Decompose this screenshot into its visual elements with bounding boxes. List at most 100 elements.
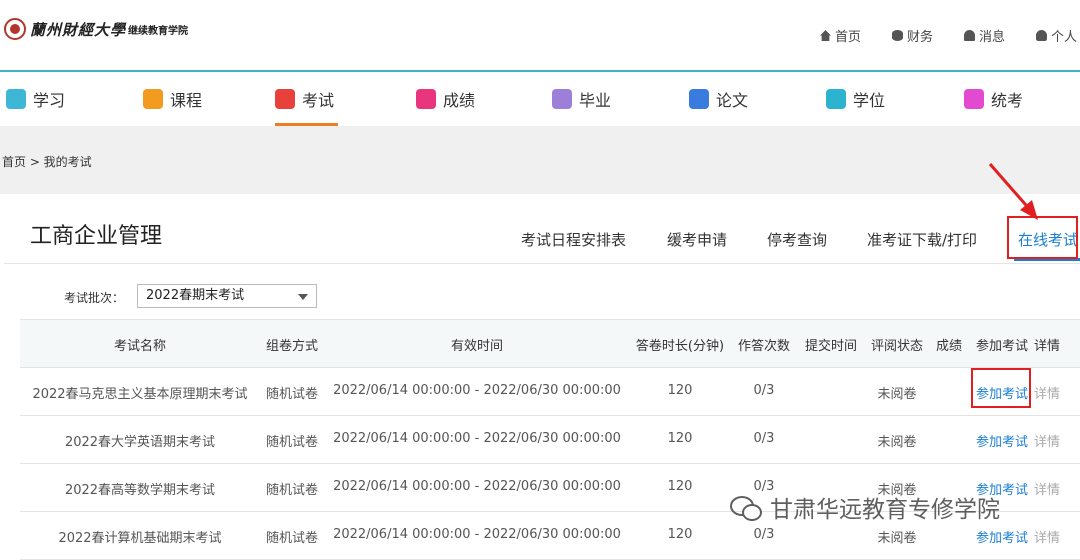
detail-link[interactable]: 详情	[1032, 527, 1062, 546]
nav-item-degree[interactable]: 学位	[826, 72, 885, 126]
table-header: 考试名称 组卷方式 有效时间 答卷时长(分钟) 作答次数 提交时间 评阅状态 成…	[20, 320, 1080, 368]
nav-item-label: 成绩	[443, 91, 476, 110]
logo-subtitle: 继续教育学院	[128, 25, 189, 37]
nav-item-exam[interactable]: 考试	[275, 72, 339, 126]
course-icon	[143, 89, 163, 109]
join-exam-link[interactable]: 参加考试	[972, 431, 1032, 450]
exam-valid-time: 2022/06/14 00:00:00 - 2022/06/30 00:00:0…	[333, 383, 621, 398]
nav-item-paper[interactable]: 论文	[689, 72, 748, 126]
header-mode: 组卷方式	[265, 339, 318, 354]
home-icon	[820, 30, 831, 41]
header-submit-time: 提交时间	[804, 339, 857, 354]
watermark-text: 甘肃华远教育专修学院	[770, 497, 1000, 523]
breadcrumb: 首页 > 我的考试	[2, 155, 92, 169]
exam-icon	[275, 89, 295, 109]
detail-link[interactable]: 详情	[1032, 479, 1062, 498]
exam-valid-time: 2022/06/14 00:00:00 - 2022/06/30 00:00:0…	[333, 431, 621, 446]
nav-item-label: 统考	[991, 91, 1024, 110]
database-icon	[892, 30, 904, 41]
top-link-messages[interactable]: 消息	[964, 26, 1005, 45]
header-detail: 详情	[1033, 339, 1060, 354]
paper-icon	[689, 89, 709, 109]
exam-name: 2022春计算机基础期末考试	[58, 531, 222, 546]
header-join: 参加考试	[975, 339, 1028, 354]
nav-item-unified-exam[interactable]: 统考	[964, 72, 1023, 126]
university-seal-icon	[4, 18, 26, 40]
exam-duration: 120	[667, 527, 693, 542]
table-row: 2022春大学英语期末考试 随机试卷 2022/06/14 00:00:00 -…	[20, 416, 1080, 464]
top-link-profile[interactable]: 个人	[1036, 26, 1077, 45]
header-exam-name: 考试名称	[113, 339, 166, 354]
study-icon	[6, 89, 26, 109]
logo-title: 蘭州財經大學	[30, 20, 127, 39]
chevron-down-icon	[298, 294, 308, 300]
exam-duration: 120	[667, 479, 693, 494]
exam-valid-time: 2022/06/14 00:00:00 - 2022/06/30 00:00:0…	[333, 527, 621, 542]
highlight-box-join-exam	[971, 368, 1031, 408]
bell-icon	[964, 30, 976, 41]
exam-duration: 120	[667, 431, 693, 446]
nav-item-label: 考试	[302, 91, 335, 110]
panel-divider	[4, 263, 1080, 264]
top-link-label: 财务	[907, 30, 934, 45]
breadcrumb-bar	[0, 126, 1080, 194]
batch-select-value: 2022春期末考试	[146, 288, 245, 303]
nav-item-label: 学习	[33, 91, 66, 110]
nav-item-label: 毕业	[579, 91, 612, 110]
nav-item-study[interactable]: 学习	[6, 72, 65, 126]
header-attempts: 作答次数	[737, 339, 790, 354]
exam-name: 2022春高等数学期末考试	[64, 483, 216, 498]
tab-deferral-request[interactable]: 缓考申请	[667, 229, 727, 250]
tab-suspension-query[interactable]: 停考查询	[767, 229, 827, 250]
exam-attempts: 0/3	[753, 431, 775, 446]
main-nav: 学习 课程 考试 成绩 毕业 论文 学位 统考	[0, 72, 1080, 126]
nav-item-course[interactable]: 课程	[143, 72, 202, 126]
exam-review-status: 未阅卷	[877, 387, 917, 402]
batch-select[interactable]: 2022春期末考试	[137, 284, 317, 308]
unified-exam-icon	[964, 89, 984, 109]
exam-mode: 随机试卷	[265, 387, 318, 402]
exam-mode: 随机试卷	[265, 435, 318, 450]
tab-exam-schedule[interactable]: 考试日程安排表	[521, 229, 626, 250]
tab-admission-ticket[interactable]: 准考证下载/打印	[867, 229, 977, 250]
table-row: 2022春马克思主义基本原理期末考试 随机试卷 2022/06/14 00:00…	[20, 368, 1080, 416]
nav-item-label: 学位	[853, 91, 886, 110]
score-icon	[416, 89, 436, 109]
nav-item-label: 课程	[170, 91, 203, 110]
exam-mode: 随机试卷	[265, 483, 318, 498]
exam-review-status: 未阅卷	[877, 435, 917, 450]
top-link-label: 个人	[1051, 30, 1078, 45]
exam-name: 2022春大学英语期末考试	[64, 435, 216, 450]
university-logo[interactable]: 蘭州財經大學 继续教育学院	[4, 18, 188, 40]
top-link-finance[interactable]: 财务	[892, 26, 933, 45]
header-score: 成绩	[935, 339, 962, 354]
graduate-icon	[552, 89, 572, 109]
exam-table: 考试名称 组卷方式 有效时间 答卷时长(分钟) 作答次数 提交时间 评阅状态 成…	[20, 319, 1080, 560]
degree-icon	[826, 89, 846, 109]
nav-item-graduate[interactable]: 毕业	[552, 72, 611, 126]
exam-attempts: 0/3	[753, 383, 775, 398]
header-review-status: 评阅状态	[870, 339, 923, 354]
nav-item-score[interactable]: 成绩	[416, 72, 475, 126]
exam-review-status: 未阅卷	[877, 531, 917, 546]
exam-mode: 随机试卷	[265, 531, 318, 546]
exam-attempts: 0/3	[753, 527, 775, 542]
top-links: 首页 财务 消息 个人	[820, 26, 1080, 45]
top-link-label: 首页	[835, 30, 862, 45]
header-valid-time: 有效时间	[450, 339, 503, 354]
top-link-home[interactable]: 首页	[820, 26, 861, 45]
exam-name: 2022春马克思主义基本原理期末考试	[32, 387, 248, 402]
highlight-box-online-exam-tab	[1007, 216, 1078, 259]
top-link-label: 消息	[979, 30, 1006, 45]
batch-label: 考试批次：	[64, 291, 125, 305]
exam-duration: 120	[667, 383, 693, 398]
detail-link[interactable]: 详情	[1032, 431, 1062, 450]
site-header: 蘭州財經大學 继续教育学院 首页 财务 消息 个人	[0, 0, 1080, 72]
watermark: 甘肃华远教育专修学院	[730, 490, 1000, 524]
page-title: 工商企业管理	[30, 224, 163, 249]
header-duration: 答卷时长(分钟)	[635, 339, 725, 354]
user-icon	[1036, 30, 1048, 41]
join-exam-link[interactable]: 参加考试	[972, 527, 1032, 546]
detail-link[interactable]: 详情	[1032, 383, 1062, 402]
wechat-icon	[730, 494, 762, 521]
